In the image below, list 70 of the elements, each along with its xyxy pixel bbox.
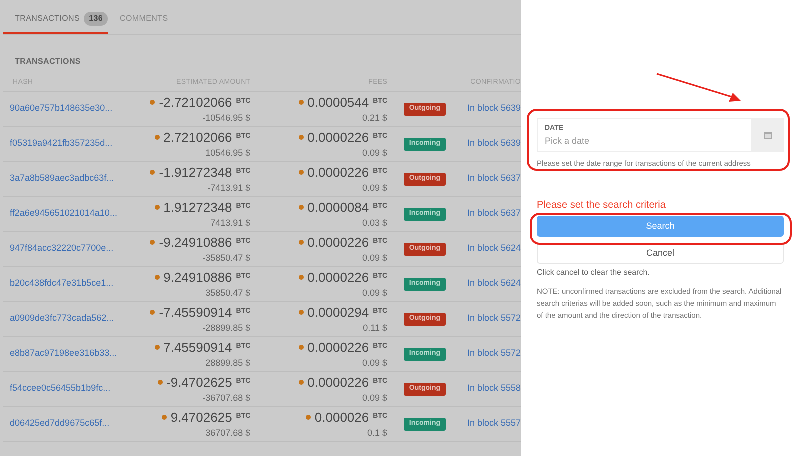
fee-value: 0.0000226 xyxy=(308,128,370,146)
hash-link[interactable]: 90a60e757b148635e30... xyxy=(10,102,143,116)
hash-link[interactable]: b20c438fdc47e31b5ce1... xyxy=(10,277,143,291)
block-link[interactable]: In block 5639 xyxy=(467,137,521,151)
cancel-hint: Click cancel to clear the search. xyxy=(537,267,651,280)
block-link[interactable]: In block 5558 xyxy=(467,382,521,396)
block-link[interactable]: In block 5637 xyxy=(467,172,521,186)
block-link[interactable]: In block 5572 xyxy=(467,312,521,326)
hash-link[interactable]: ff2a6e945651021014a10... xyxy=(10,207,143,221)
hash-link[interactable]: f54ccee0c56455b1b9fc... xyxy=(10,382,143,396)
fee-value: 0.000026 xyxy=(314,408,370,426)
amount-value: 1.91272348 xyxy=(164,198,232,216)
hash-link[interactable]: d06425ed7dd9675c65f... xyxy=(10,417,143,431)
fee-value: 0.0000226 xyxy=(308,374,370,392)
fee-value: 0.0000226 xyxy=(308,164,370,182)
section-title: TRANSACTIONS xyxy=(15,56,82,68)
block-link[interactable]: In block 5637 xyxy=(467,207,521,221)
search-button[interactable]: Search xyxy=(537,216,784,238)
amount-usd: 28899.85 $ xyxy=(206,357,251,370)
hash-link[interactable]: 947f84acc32220c7700e... xyxy=(10,242,143,256)
amount-usd: 35850.47 $ xyxy=(206,287,251,300)
amount-usd: 10546.95 $ xyxy=(206,147,251,160)
hash-link[interactable]: a0909de3fc773cada562... xyxy=(10,312,143,326)
amount-value: -2.72102066 xyxy=(159,94,232,112)
fee-usd: 0.09 $ xyxy=(362,182,388,195)
fee-value: 0.0000294 xyxy=(308,304,370,322)
amount-usd: -35850.47 $ xyxy=(202,252,251,265)
fee-usd: 0.09 $ xyxy=(362,287,388,300)
fee-value: 0.0000544 xyxy=(308,94,370,112)
amount-usd: -7413.91 $ xyxy=(208,182,251,195)
tab[interactable]: COMMENTS xyxy=(108,5,180,34)
fee-value: 0.0000084 xyxy=(308,198,370,216)
amount-value: 9.4702625 xyxy=(170,408,232,426)
count-badge: 136 xyxy=(84,12,108,26)
fee-value: 0.0000226 xyxy=(308,234,370,252)
fee-usd: 0.21 $ xyxy=(362,112,388,125)
error-message: Please set the search criteria xyxy=(537,199,667,214)
fee-usd: 0.09 $ xyxy=(362,357,388,370)
fee-usd: 0.1 $ xyxy=(367,427,388,440)
block-link[interactable]: In block 5624 xyxy=(467,242,521,256)
amount-usd: 36707.68 $ xyxy=(206,427,251,440)
hash-link[interactable]: e8b87ac97198ee316b33... xyxy=(10,347,143,361)
calendar-button[interactable] xyxy=(752,118,784,152)
fee-usd: 0.09 $ xyxy=(362,147,388,160)
amount-usd: -10546.95 $ xyxy=(202,112,251,125)
fee-usd: 0.09 $ xyxy=(362,392,388,405)
fee-usd: 0.03 $ xyxy=(362,217,388,230)
calendar-icon xyxy=(764,130,772,140)
amount-value: -9.24910886 xyxy=(159,234,232,252)
fee-value: 0.0000226 xyxy=(308,268,370,286)
tab[interactable]: TRANSACTIONS 136 xyxy=(3,5,108,34)
hash-link[interactable]: 3a7a8b589aec3adbc63f... xyxy=(10,172,143,186)
block-link[interactable]: In block 5624 xyxy=(467,277,521,291)
amount-value: 2.72102066 xyxy=(164,128,232,146)
block-link[interactable]: In block 5557 xyxy=(467,417,521,431)
block-link[interactable]: In block 5639 xyxy=(467,102,521,116)
amount-value: 9.24910886 xyxy=(164,268,232,286)
amount-value: 7.45590914 xyxy=(164,338,232,356)
amount-usd: 7413.91 $ xyxy=(210,217,251,230)
hash-link[interactable]: f05319a9421fb357235d... xyxy=(10,137,143,151)
block-link[interactable]: In block 5572 xyxy=(467,347,521,361)
cancel-button[interactable]: Cancel xyxy=(537,243,784,264)
amount-value: -7.45590914 xyxy=(159,304,232,322)
fee-value: 0.0000226 xyxy=(308,338,370,356)
amount-value: -9.4702625 xyxy=(166,374,232,392)
fee-usd: 0.09 $ xyxy=(362,252,388,265)
amount-value: -1.91272348 xyxy=(159,164,232,182)
fee-usd: 0.11 $ xyxy=(363,322,388,335)
amount-usd: -36707.68 $ xyxy=(202,392,251,405)
amount-usd: -28899.85 $ xyxy=(202,322,251,335)
